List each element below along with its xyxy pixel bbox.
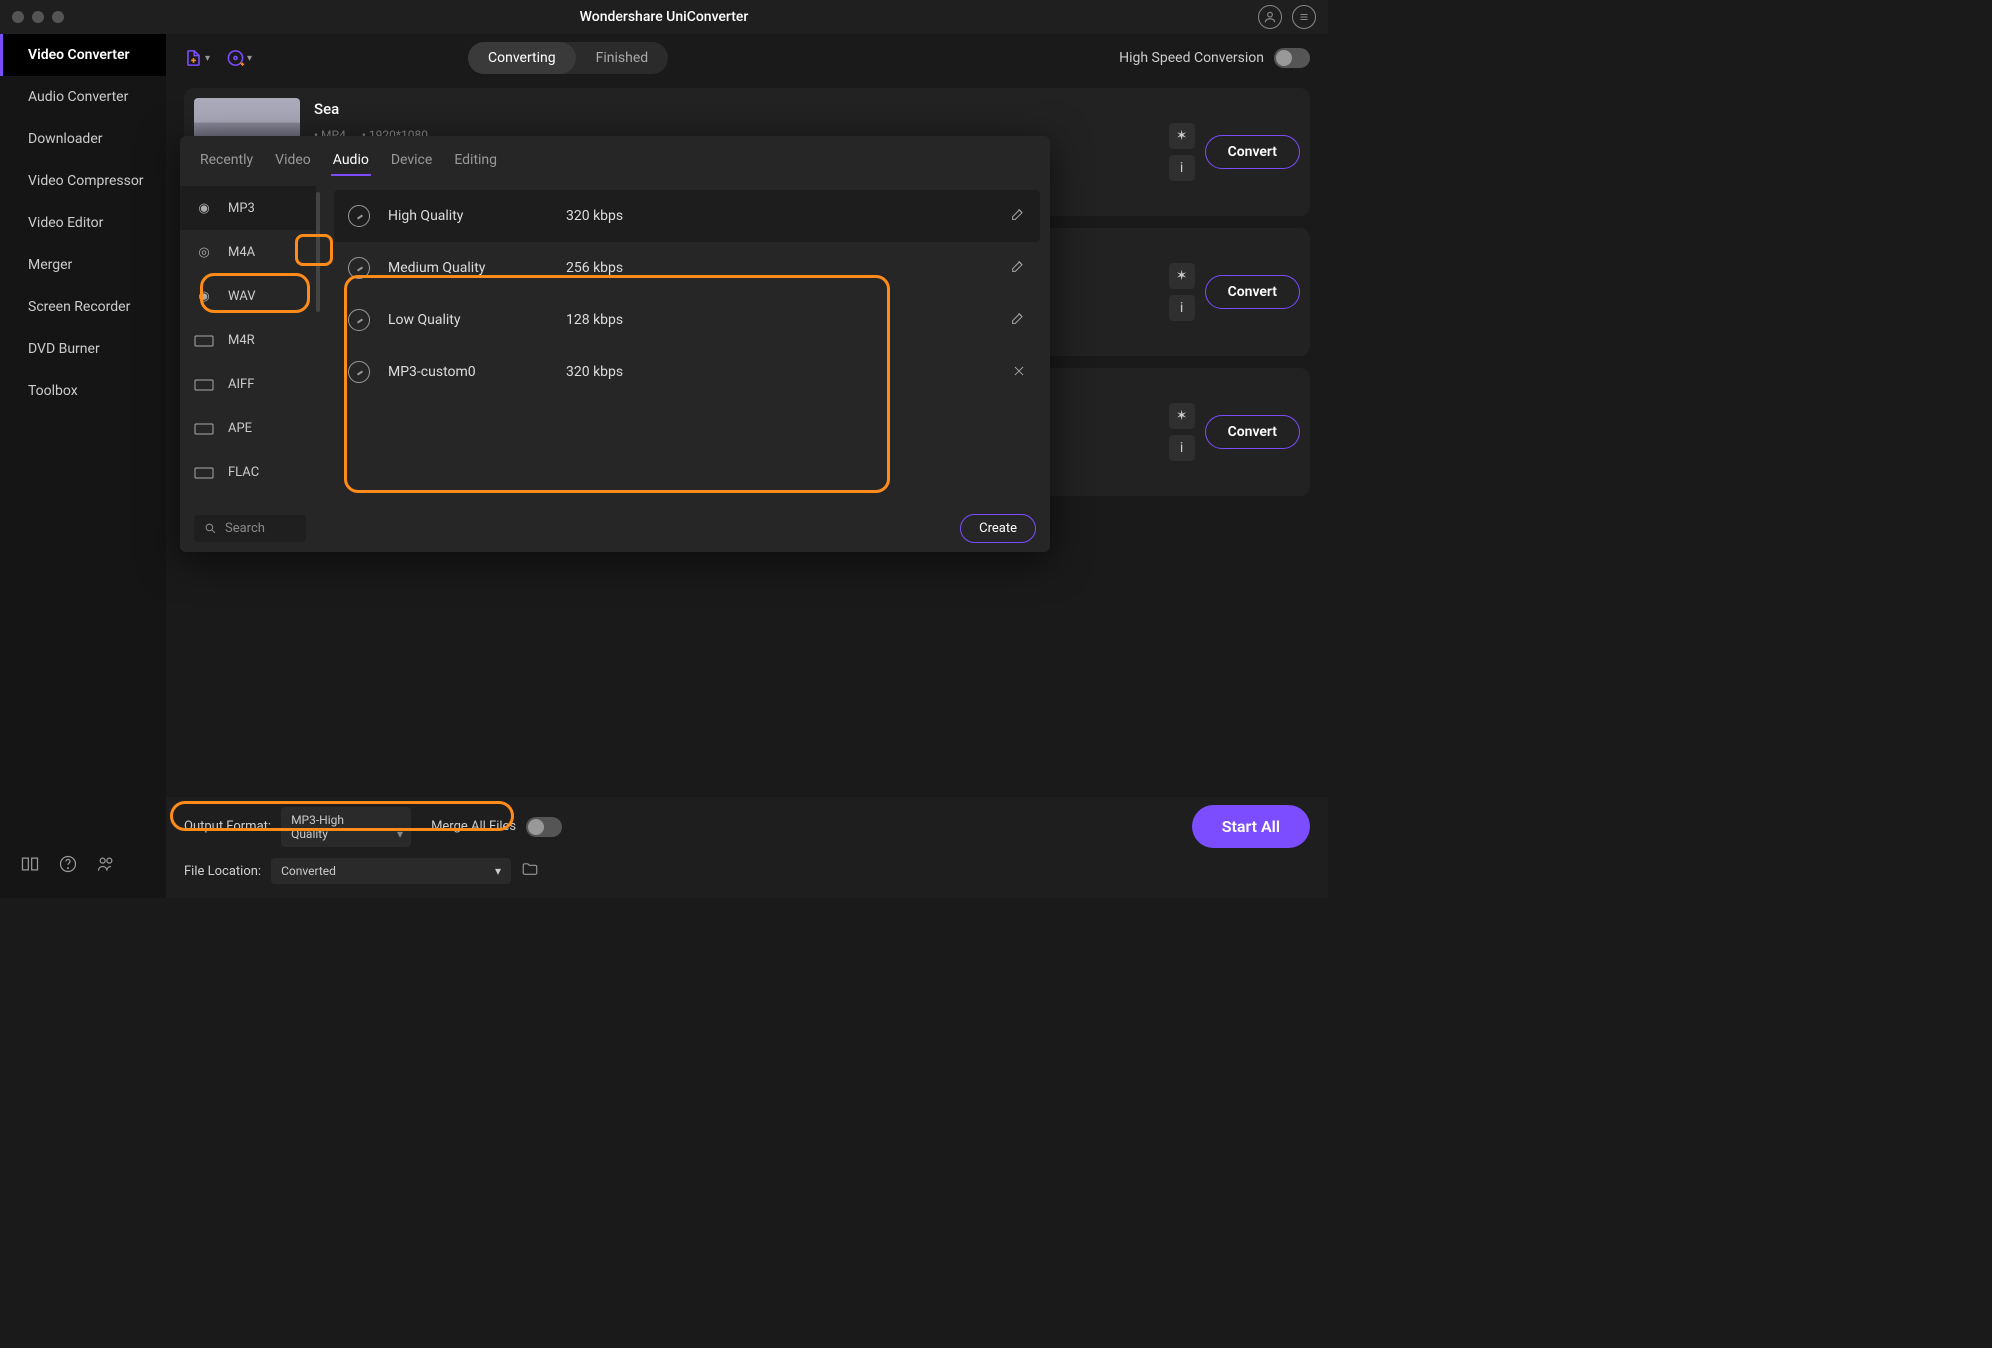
format-ape[interactable]: APE — [180, 406, 316, 450]
format-m4a[interactable]: ◎M4A — [180, 230, 316, 274]
format-flac[interactable]: FLAC — [180, 450, 316, 494]
audio-icon — [348, 361, 370, 383]
output-format-select[interactable]: MP3-High Quality ▾ — [281, 807, 411, 847]
help-icon[interactable] — [58, 854, 78, 878]
segment-converting[interactable]: Converting — [468, 42, 576, 74]
quality-row-custom[interactable]: MP3-custom0 320 kbps — [334, 346, 1040, 398]
format-badge-icon — [194, 330, 214, 350]
output-format-label: Output Format: — [184, 819, 271, 834]
info-icon[interactable]: i — [1169, 295, 1195, 321]
settings-icon[interactable]: ✶ — [1169, 403, 1195, 429]
titlebar: Wondershare UniConverter — [0, 0, 1328, 34]
convert-button[interactable]: Convert — [1205, 415, 1300, 449]
format-m4r[interactable]: M4R — [180, 318, 316, 362]
convert-button[interactable]: Convert — [1205, 135, 1300, 169]
sidebar-item-dvd-burner[interactable]: DVD Burner — [0, 328, 166, 370]
sidebar-item-audio-converter[interactable]: Audio Converter — [0, 76, 166, 118]
tab-video[interactable]: Video — [273, 150, 313, 176]
disc-icon: ◉ — [194, 286, 214, 306]
edit-icon[interactable] — [1010, 258, 1026, 278]
content-area: ▾ ▾ Converting Finished High Speed Conve… — [166, 34, 1328, 898]
info-icon[interactable]: i — [1169, 435, 1195, 461]
tab-recently[interactable]: Recently — [198, 150, 255, 176]
disc-icon: ◉ — [194, 198, 214, 218]
start-all-button[interactable]: Start All — [1192, 805, 1310, 848]
popover-tabs: Recently Video Audio Device Editing — [180, 136, 1050, 186]
delete-icon[interactable] — [1012, 363, 1026, 382]
sidebar-item-downloader[interactable]: Downloader — [0, 118, 166, 160]
format-mp3[interactable]: ◉MP3 — [180, 186, 316, 230]
minimize-dot[interactable] — [32, 11, 44, 23]
toolbar: ▾ ▾ Converting Finished High Speed Conve… — [166, 34, 1328, 82]
sidebar-item-merger[interactable]: Merger — [0, 244, 166, 286]
format-popover: Recently Video Audio Device Editing ◉MP3… — [180, 136, 1050, 552]
settings-icon[interactable]: ✶ — [1169, 123, 1195, 149]
format-column: ◉MP3 ◎M4A ◉WAV M4R AIFF APE FLAC — [180, 186, 316, 504]
tab-audio[interactable]: Audio — [331, 150, 371, 176]
format-badge-icon — [194, 374, 214, 394]
tutorial-icon[interactable] — [20, 854, 40, 878]
app-title: Wondershare UniConverter — [580, 9, 749, 25]
account-icon[interactable] — [1258, 5, 1282, 29]
hsc-toggle[interactable] — [1274, 48, 1310, 68]
close-dot[interactable] — [12, 11, 24, 23]
merge-toggle[interactable] — [526, 817, 562, 837]
open-folder-icon[interactable] — [521, 860, 539, 882]
menu-icon[interactable] — [1292, 5, 1316, 29]
status-segment: Converting Finished — [468, 42, 668, 74]
quality-row-low[interactable]: Low Quality 128 kbps — [334, 294, 1040, 346]
tab-editing[interactable]: Editing — [452, 150, 499, 176]
convert-button[interactable]: Convert — [1205, 275, 1300, 309]
format-wav[interactable]: ◉WAV — [180, 274, 316, 318]
info-icon[interactable]: i — [1169, 155, 1195, 181]
edit-icon[interactable] — [1010, 206, 1026, 226]
format-badge-icon — [194, 418, 214, 438]
sidebar-item-video-editor[interactable]: Video Editor — [0, 202, 166, 244]
merge-label: Merge All Files — [431, 819, 516, 834]
sidebar-item-toolbox[interactable]: Toolbox — [0, 370, 166, 412]
window-controls — [12, 11, 64, 23]
quality-row-medium[interactable]: Medium Quality 256 kbps — [334, 242, 1040, 294]
search-icon — [204, 522, 217, 535]
format-aiff[interactable]: AIFF — [180, 362, 316, 406]
search-input[interactable]: Search — [194, 515, 306, 542]
edit-icon[interactable] — [1010, 310, 1026, 330]
file-location-label: File Location: — [184, 864, 261, 879]
settings-icon[interactable]: ✶ — [1169, 263, 1195, 289]
sidebar-item-video-compressor[interactable]: Video Compressor — [0, 160, 166, 202]
sidebar: Video Converter Audio Converter Download… — [0, 34, 166, 898]
zoom-dot[interactable] — [52, 11, 64, 23]
file-location-select[interactable]: Converted▾ — [271, 858, 511, 884]
format-badge-icon — [194, 462, 214, 482]
tab-device[interactable]: Device — [389, 150, 434, 176]
sidebar-item-screen-recorder[interactable]: Screen Recorder — [0, 286, 166, 328]
hsc-label: High Speed Conversion — [1119, 50, 1264, 66]
disc-icon: ◎ — [194, 242, 214, 262]
audio-icon — [348, 257, 370, 279]
audio-icon — [348, 309, 370, 331]
quality-row-high[interactable]: High Quality 320 kbps — [334, 190, 1040, 242]
audio-icon — [348, 205, 370, 227]
load-dvd-icon[interactable]: ▾ — [226, 45, 252, 71]
segment-finished[interactable]: Finished — [576, 42, 669, 74]
sidebar-item-video-converter[interactable]: Video Converter — [0, 34, 166, 76]
feedback-icon[interactable] — [96, 854, 116, 878]
quality-column: High Quality 320 kbps Medium Quality 256… — [322, 186, 1050, 504]
create-button[interactable]: Create — [960, 514, 1036, 543]
file-title: Sea — [314, 100, 428, 118]
add-file-icon[interactable]: ▾ — [184, 45, 210, 71]
bottom-bar: Output Format: MP3-High Quality ▾ Merge … — [166, 797, 1328, 898]
